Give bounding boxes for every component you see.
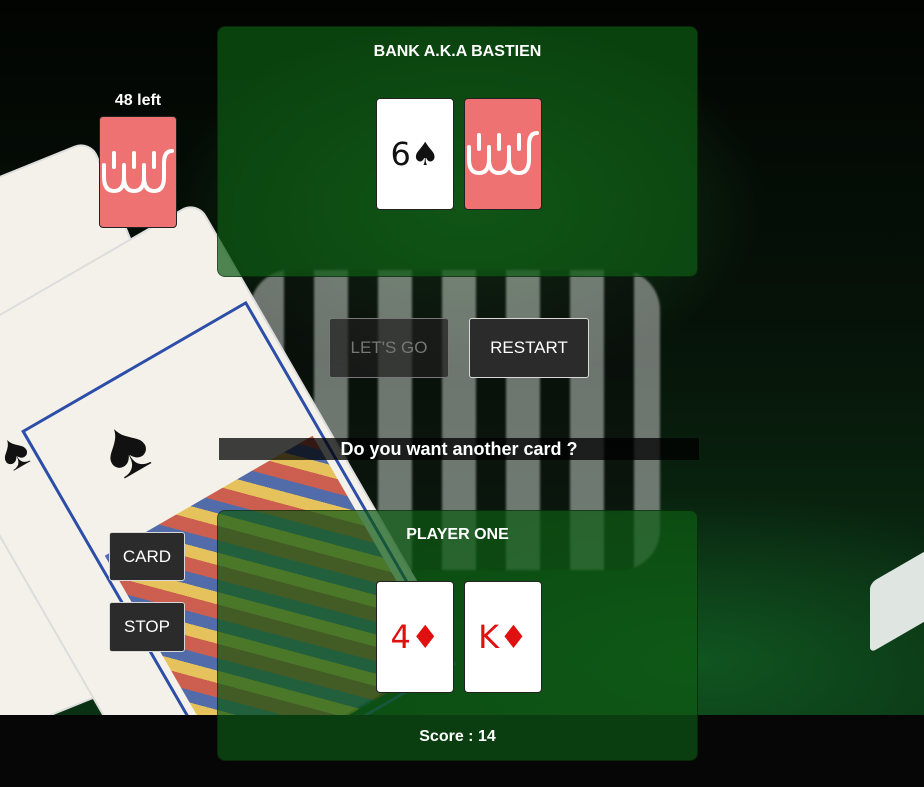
deck-card-back[interactable]: [99, 116, 177, 228]
player-card-2-face: K♦: [478, 618, 528, 656]
player-card-1-face: 4♦: [390, 618, 440, 656]
card-back-pattern-icon: [102, 149, 174, 194]
player-panel: PLAYER ONE 4♦ K♦ Score : 14: [217, 510, 698, 761]
bank-card-1: 6♠: [376, 98, 454, 210]
another-card-prompt: Do you want another card ?: [219, 438, 699, 460]
background-card-right: [870, 536, 924, 654]
bank-card-hidden: [464, 98, 542, 210]
bank-card-1-face: 6♠: [390, 135, 440, 173]
bank-panel: BANK A.K.A BASTIEN 6♠: [217, 26, 698, 277]
card-back-pattern-icon: [467, 131, 539, 176]
restart-button[interactable]: RESTART: [469, 318, 589, 378]
player-score: Score : 14: [218, 715, 697, 760]
player-title: PLAYER ONE: [406, 526, 509, 543]
card-button[interactable]: CARD: [109, 532, 185, 581]
bank-title: BANK A.K.A BASTIEN: [373, 43, 542, 60]
stop-button[interactable]: STOP: [109, 602, 185, 652]
player-card-2: K♦: [464, 581, 542, 693]
player-card-1: 4♦: [376, 581, 454, 693]
lets-go-button[interactable]: LET'S GO: [329, 318, 449, 378]
deck-count: 48 left: [114, 92, 162, 109]
